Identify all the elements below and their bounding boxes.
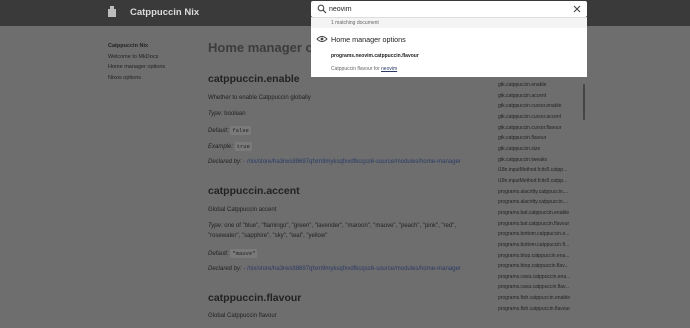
option-declared: Declared by: - /nix/store/ha3rws88697qfx… [208,159,461,165]
default-label: Default: [208,251,229,257]
type-label: Type: [208,223,223,229]
example-label: Example: [208,144,234,150]
toc-item[interactable]: gtk.catppuccin.cursor.enable [498,101,570,112]
toc-item[interactable]: programs.fish.catppuccin.flavour [498,304,570,315]
result-title[interactable]: Home manager options [331,35,406,44]
result-description: Catppuccin flavour for neovim [331,66,397,72]
declared-link[interactable]: - /nix/store/ha3rws88697qfxm9myksqfxvdfk… [243,159,460,165]
toc-item[interactable]: gtk.catppuccin.flavour [498,133,570,144]
option-type-continued: "rosewater", "sapphire", "sky", "teal", … [208,233,328,239]
nav-item-welcome[interactable]: Welcome to MkDocs [108,52,165,63]
results-meta: 1 matching document [311,18,587,28]
option-heading-flavour: catppuccin.flavour [208,292,302,304]
toc-item[interactable]: gtk.catppuccin.tweaks [498,155,570,166]
toc-scrollbar[interactable] [583,84,585,120]
result-desc-match: neovim [381,66,398,72]
declared-label: Declared by: [208,266,242,272]
search-box [311,1,587,17]
option-example: Example: true [208,142,252,151]
option-description: Global Catppuccin accent [208,207,277,213]
nav-item-home-manager[interactable]: Home manager options [108,62,165,73]
declared-label: Declared by: [208,159,242,165]
toc-item[interactable]: programs.btop.catppuccin.ena... [498,251,570,262]
toc-item[interactable]: i18n.inputMethod.fcitx5.catpp... [498,176,570,187]
toc-item[interactable]: gtk.catppuccin.cursor.accent [498,112,570,123]
toc-item[interactable]: programs.cava.catppuccin.ena... [498,272,570,283]
site-title[interactable]: Catppuccin Nix [130,7,199,18]
option-type: Type: one of "blue", "flamingo", "green"… [208,223,456,229]
example-value: true [234,142,252,151]
nav-item-nixos[interactable]: Nixos options [108,73,165,84]
option-type: Type: boolean [208,111,246,117]
toc-item[interactable]: i18n.inputMethod.fcitx5.catpp... [498,165,570,176]
type-value: boolean [224,111,246,117]
option-declared: Declared by: - /nix/store/ha3rws88697qfx… [208,266,461,272]
option-default: Default: false [208,126,251,135]
option-heading-accent: catppuccin.accent [208,185,300,197]
type-value: one of "blue", "flamingo", "green", "lav… [224,223,457,229]
option-heading-enable: catppuccin.enable [208,73,300,85]
toc-item[interactable]: programs.bat.catppuccin.flavour [498,219,570,230]
results-count: 1 matching document [331,20,379,26]
toc-item[interactable]: programs.fish.catppuccin.enable [498,293,570,304]
toc-item[interactable]: gtk.catppuccin.enable [498,80,570,91]
site-navigation: Catppuccin Nix Welcome to MkDocs Home ma… [108,41,165,83]
toc-item[interactable]: gtk.catppuccin.accent [498,91,570,102]
search-results: 1 matching document Home manager options… [311,17,587,77]
toc-item[interactable]: programs.alacritty.catppuccin.... [498,187,570,198]
type-label: Type: [208,111,223,117]
default-value: false [230,126,251,135]
table-of-contents: gtk.catppuccin.enable gtk.catppuccin.acc… [498,80,570,314]
logo-icon[interactable] [107,6,117,18]
toc-item[interactable]: programs.btop.catppuccin.flav... [498,261,570,272]
option-description: Global Catppuccin flavour [208,313,277,319]
result-desc-text: Catppuccin flavour for [331,66,382,72]
close-icon[interactable] [572,4,582,14]
toc-item[interactable]: programs.bottom.catppuccin.e... [498,229,570,240]
document-icon [316,36,328,42]
search-input[interactable] [329,3,569,15]
default-value: "mauve" [230,249,258,258]
nav-title: Catppuccin Nix [108,43,149,49]
toc-item[interactable]: programs.bat.catppuccin.enable [498,208,570,219]
search-icon [317,4,327,14]
toc-item[interactable]: programs.bottom.catppuccin.fl... [498,240,570,251]
result-subtitle[interactable]: programs.neovim.catppuccin.flavour [331,53,419,59]
toc-item[interactable]: gtk.catppuccin.cursor.flavour [498,123,570,134]
toc-item[interactable]: programs.cava.catppuccin.flav... [498,282,570,293]
declared-link[interactable]: - /nix/store/ha3rws88697qfxm9myksqfxvdfk… [243,266,460,272]
toc-item[interactable]: programs.alacritty.catppuccin.... [498,197,570,208]
option-default: Default: "mauve" [208,249,258,258]
toc-item[interactable]: gtk.catppuccin.size [498,144,570,155]
option-description: Whether to enable Catppuccin globally [208,95,311,101]
default-label: Default: [208,128,229,134]
